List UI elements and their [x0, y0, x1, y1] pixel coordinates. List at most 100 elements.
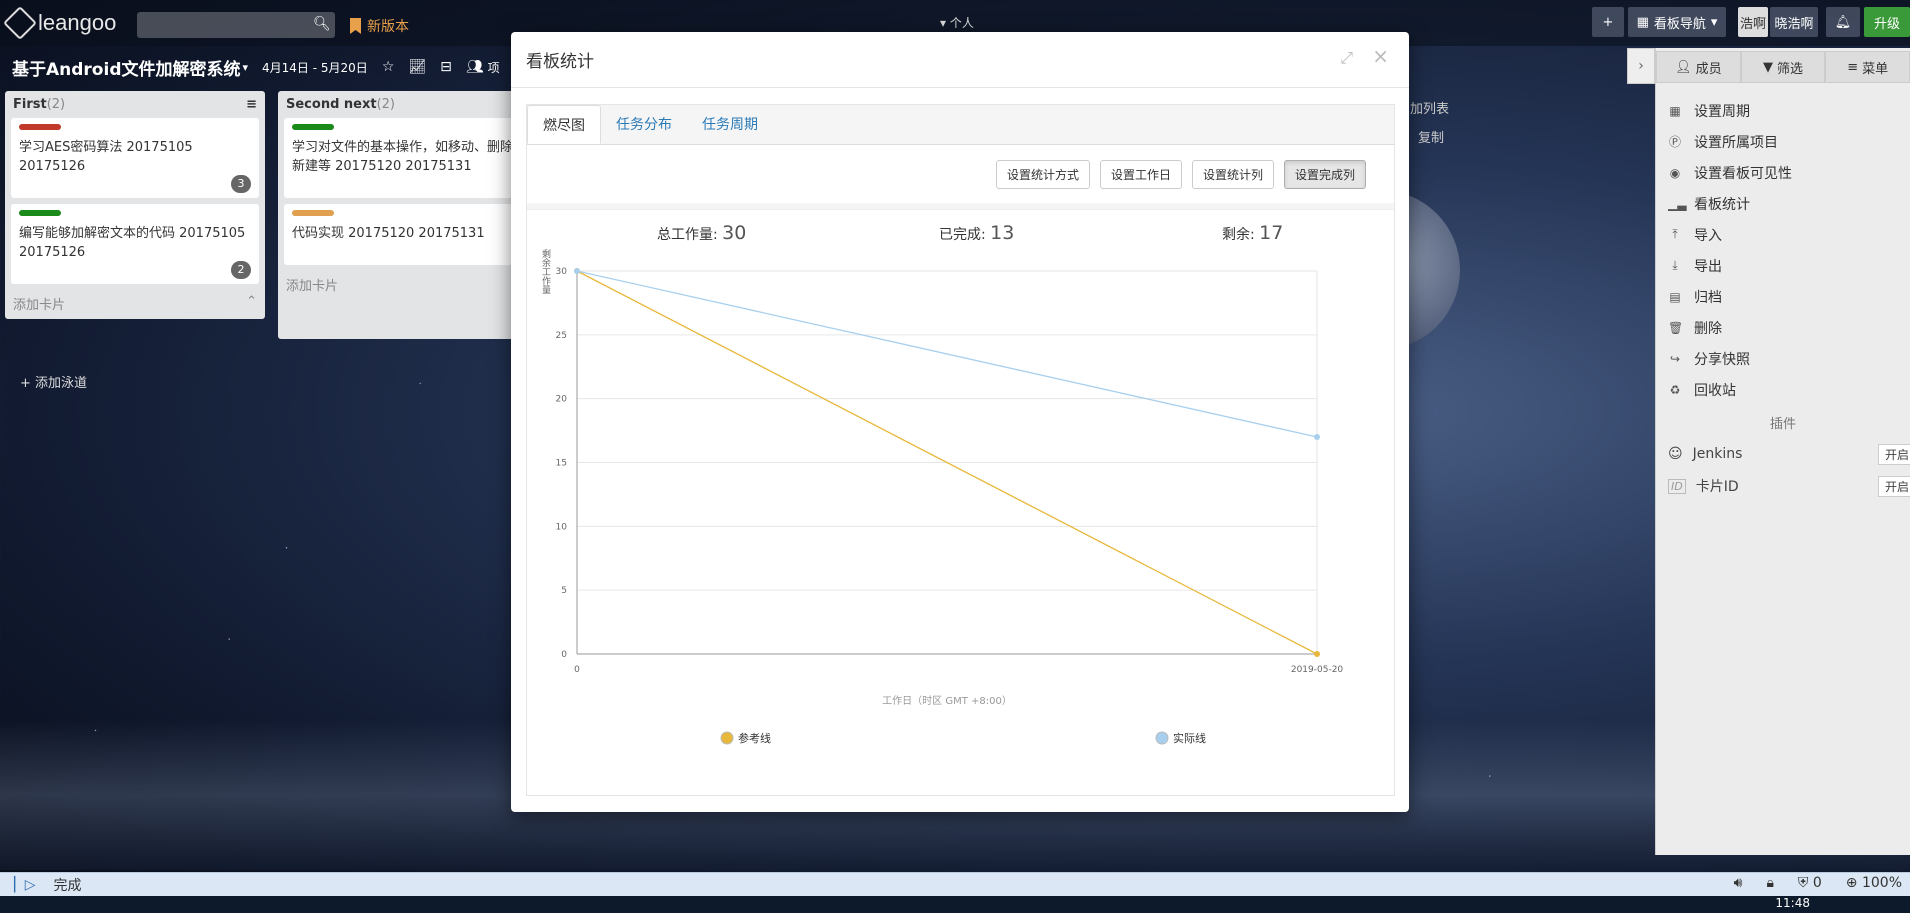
bookmark-icon	[350, 18, 361, 34]
taskbar-clock: 11:48	[1775, 896, 1810, 910]
chevron-right-icon: ›	[1638, 58, 1644, 74]
tab-members[interactable]: 👤︎ 成员	[1656, 51, 1741, 83]
y-tick-label: 25	[556, 331, 567, 341]
plugin-toggle-button[interactable]: 开启	[1877, 443, 1910, 465]
bell-icon: 🔔︎	[1834, 14, 1852, 30]
lane-footer: 添加卡片 ⌃	[5, 290, 265, 319]
set-stat-columns-button[interactable]: 设置统计列	[1191, 159, 1274, 189]
collapse-icon[interactable]: ⊟	[440, 59, 452, 75]
tab-label: 筛选	[1777, 61, 1804, 77]
user-name-button[interactable]: 晓浩啊	[1770, 7, 1818, 37]
project-label[interactable]: 项	[488, 59, 500, 76]
x-tick-label: 2019-05-20	[1291, 665, 1344, 675]
eye-icon: ◉	[1669, 165, 1681, 180]
lane-header[interactable]: Second next(2)	[278, 91, 518, 118]
panel-collapse-button[interactable]: ›	[1627, 48, 1655, 84]
card[interactable]: 代码实现 20175120 20175131 2	[284, 204, 518, 265]
y-tick-label: 0	[561, 650, 567, 660]
menu-item-label: 设置看板可见性	[1694, 165, 1792, 182]
board-date-range[interactable]: 4月14日 - 5月20日	[262, 59, 368, 76]
menu-item-label: 归档	[1694, 289, 1722, 306]
star-icon[interactable]: ☆	[382, 59, 395, 75]
card-text: 代码实现 20175120 20175131	[292, 226, 485, 241]
add-lane-label: 添加泳道	[35, 376, 88, 391]
user-avatar-1[interactable]: 浩啊	[1738, 7, 1768, 37]
menu-item-export[interactable]: ⤓ 导出	[1668, 250, 1910, 281]
tab-task-cycle[interactable]: 任务周期	[687, 105, 773, 144]
set-stat-method-button[interactable]: 设置统计方式	[995, 159, 1090, 189]
upgrade-button[interactable]: 升级	[1864, 7, 1910, 37]
tab-menu[interactable]: ≡ 菜单	[1825, 51, 1910, 83]
shield-icon: ⛨	[1797, 875, 1809, 891]
menu-item-board-stats[interactable]: ▁▃ 看板统计	[1668, 188, 1910, 219]
lane-second-next: Second next(2) 学习对文件的基本操作，如移动、删除、新建等 201…	[278, 91, 518, 339]
caret-down-icon[interactable]: ▾	[243, 61, 249, 74]
lane-title: Second next	[286, 97, 377, 112]
menu-item-set-project[interactable]: Ⓟ 设置所属项目	[1668, 126, 1910, 157]
add-lane-button[interactable]: + 添加泳道	[20, 372, 87, 391]
zoom-in-icon: ⊕	[1845, 875, 1858, 891]
card[interactable]: 学习AES密码算法 20175105 20175126 3	[11, 118, 259, 198]
lane-header[interactable]: First(2) ≡	[5, 91, 265, 118]
menu-item-visibility[interactable]: ◉ 设置看板可见性	[1668, 157, 1910, 188]
add-card-button[interactable]: 添加卡片	[13, 294, 65, 313]
taskbar: 11:48	[0, 896, 1910, 913]
search-input[interactable]	[137, 12, 335, 38]
lane-footer: 添加卡片	[278, 271, 518, 300]
y-tick-label: 20	[556, 395, 568, 405]
lane-first: First(2) ≡ 学习AES密码算法 20175105 20175126 3…	[5, 91, 265, 319]
tab-filter[interactable]: ▼ 筛选	[1740, 51, 1826, 83]
menu-item-set-cycle[interactable]: ▦ 设置周期	[1668, 95, 1910, 126]
menu-item-import[interactable]: ⤒ 导入	[1668, 219, 1910, 250]
grid-icon: ▦	[1636, 14, 1649, 30]
copy-link[interactable]: 复制	[1418, 127, 1444, 146]
menu-item-recycle[interactable]: ♻︎ 回收站	[1668, 374, 1910, 405]
set-done-columns-button[interactable]: 设置完成列	[1283, 159, 1366, 189]
expand-icon[interactable]: ⤢	[1340, 48, 1353, 68]
card[interactable]: 编写能够加解密文本的代码 20175105 20175126 2	[11, 204, 259, 284]
notification-button[interactable]: 🔔︎	[1826, 7, 1860, 37]
calendar-icon: ▦	[1669, 103, 1681, 118]
right-panel-menu: ▦ 设置周期 Ⓟ 设置所属项目 ◉ 设置看板可见性 ▁▃ 看板统计 ⤒ 导入 ⤓ 导出 ▤ 归…	[1656, 83, 1910, 405]
lock-icon[interactable]: 🔒︎	[1766, 875, 1773, 891]
menu-icon: ≡	[1847, 59, 1859, 75]
board-nav-button[interactable]: ▦ 看板导航 ▾	[1628, 7, 1726, 37]
menu-item-label: 设置周期	[1694, 103, 1750, 120]
plugin-toggle-button[interactable]: 开启	[1877, 475, 1910, 497]
upload-icon: ⤒	[1672, 227, 1678, 241]
card-tag	[292, 210, 334, 216]
y-tick-label: 5	[561, 586, 567, 596]
add-button[interactable]: +	[1592, 7, 1624, 37]
y-tick-label: 15	[556, 459, 567, 469]
plugin-jenkins: ☺ Jenkins 开启	[1656, 438, 1910, 470]
card-badge: 2	[231, 261, 251, 279]
chart-icon[interactable]: 📈︎	[408, 59, 426, 75]
chevron-up-icon[interactable]: ⌃	[246, 294, 257, 313]
personal-dropdown[interactable]: ▾ 个人	[940, 14, 974, 31]
menu-item-archive[interactable]: ▤ 归档	[1668, 281, 1910, 312]
card-badge: 3	[231, 175, 251, 193]
tab-burndown[interactable]: 燃尽图	[527, 105, 601, 144]
sidebar-toggle-icon[interactable]: ▏▷	[14, 877, 36, 893]
shield-counter[interactable]: ⛨ 0	[1798, 875, 1822, 891]
new-version-link[interactable]: 新版本	[350, 16, 409, 36]
search-icon[interactable]: 🔍︎	[313, 16, 331, 32]
card[interactable]: 学习对文件的基本操作，如移动、删除、新建等 20175120 20175131 …	[284, 118, 518, 198]
archive-icon: ▤	[1669, 289, 1681, 304]
set-workday-button[interactable]: 设置工作日	[1099, 159, 1182, 189]
team-icon[interactable]: 👥︎	[466, 59, 484, 75]
menu-icon[interactable]: ≡	[246, 97, 257, 112]
tab-task-distribution[interactable]: 任务分布	[601, 105, 687, 144]
close-icon[interactable]: ×	[1372, 44, 1389, 68]
logo[interactable]: leangoo	[3, 6, 116, 40]
id-icon: ID	[1668, 478, 1686, 494]
menu-item-share[interactable]: ↪ 分享快照	[1668, 343, 1910, 374]
jenkins-icon: ☺	[1668, 446, 1683, 462]
zoom-control[interactable]: ⊕ 100%	[1846, 875, 1902, 891]
board-title[interactable]: 基于Android文件加解密系统	[12, 55, 241, 80]
speaker-icon[interactable]: 🔊︎	[1734, 875, 1743, 891]
menu-item-delete[interactable]: 🗑︎ 删除	[1668, 312, 1910, 343]
add-card-button[interactable]: 添加卡片	[286, 275, 338, 294]
data-point	[1314, 651, 1320, 657]
add-list-link[interactable]: 加列表	[1410, 98, 1449, 117]
